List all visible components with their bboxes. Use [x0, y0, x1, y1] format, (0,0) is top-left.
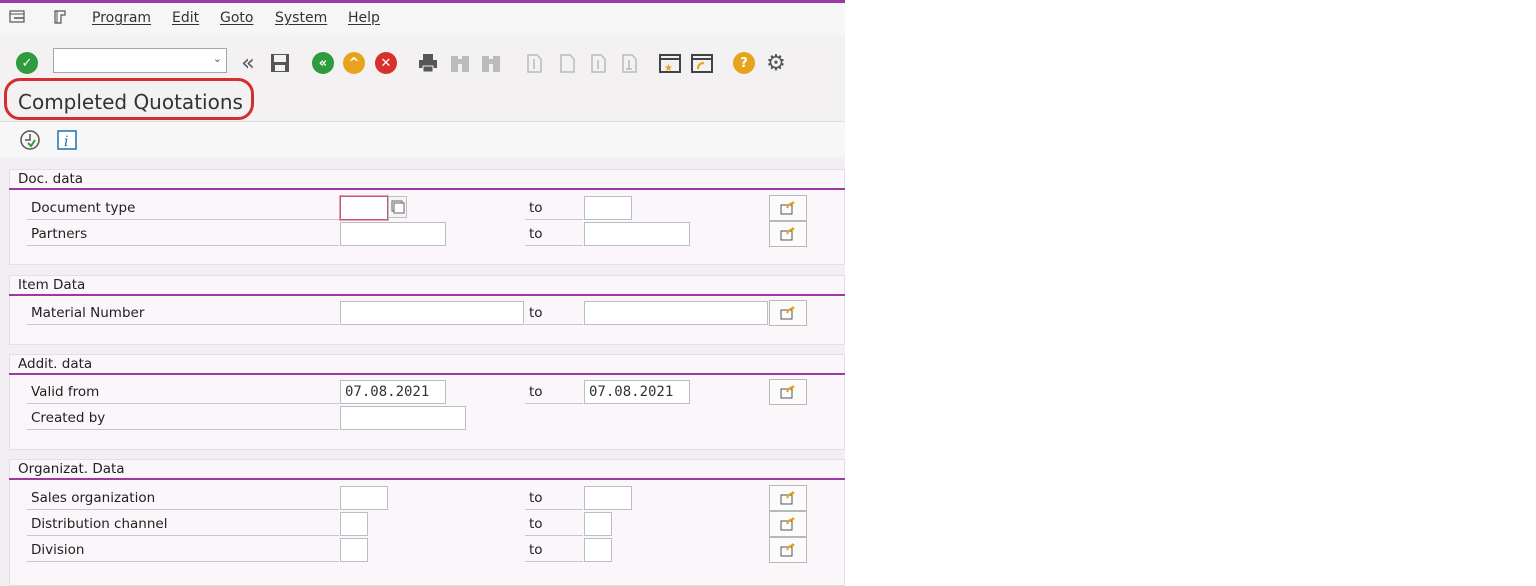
- field-label: Created by: [31, 410, 106, 426]
- document-type-to-input[interactable]: [584, 196, 632, 220]
- label-underline: [27, 535, 339, 536]
- partners-to-input[interactable]: [584, 222, 690, 246]
- menu-goto[interactable]: Goto: [220, 10, 253, 26]
- to-label: to: [529, 200, 543, 216]
- label-underline: [27, 403, 339, 404]
- label-underline: [525, 245, 583, 246]
- help-icon[interactable]: ?: [732, 51, 756, 75]
- cancel-icon[interactable]: ✕: [374, 51, 398, 75]
- highlight-oval: [4, 78, 254, 120]
- customize-icon[interactable]: ⚙: [764, 51, 788, 76]
- partners-from-input[interactable]: [340, 222, 446, 246]
- label-underline: [27, 429, 339, 430]
- field-label: Division: [31, 542, 85, 558]
- label-underline: [27, 561, 339, 562]
- material-number-to-input[interactable]: [584, 301, 768, 325]
- multiple-selection-button[interactable]: [769, 221, 807, 247]
- label-underline: [525, 509, 583, 510]
- sales-org-to-input[interactable]: [584, 486, 632, 510]
- multiple-selection-button[interactable]: [769, 379, 807, 405]
- created-by-input[interactable]: [340, 406, 466, 430]
- menu-system[interactable]: System: [275, 10, 327, 26]
- svg-text:+: +: [494, 55, 502, 65]
- sap-window: Program Edit Goto System Help ✓ ⌄ « « ^ …: [0, 0, 845, 586]
- value-help-button[interactable]: [388, 196, 407, 218]
- save-icon[interactable]: [268, 51, 292, 75]
- shortcut-icon[interactable]: [690, 51, 714, 75]
- to-label: to: [529, 516, 543, 532]
- field-label: Distribution channel: [31, 516, 168, 532]
- multiple-selection-button[interactable]: [769, 537, 807, 563]
- exit-icon[interactable]: ^: [342, 51, 366, 75]
- label-underline: [525, 561, 583, 562]
- division-to-input[interactable]: [584, 538, 612, 562]
- field-label: Partners: [31, 226, 88, 242]
- create-session-icon[interactable]: ★: [658, 51, 682, 75]
- group-heading: Doc. data: [18, 171, 84, 187]
- valid-to-input[interactable]: 07.08.2021: [584, 380, 690, 404]
- group-heading: Organizat. Data: [18, 461, 125, 477]
- application-toolbar: [0, 121, 845, 158]
- first-page-icon[interactable]: [522, 51, 546, 75]
- group-divider: [9, 478, 845, 480]
- to-label: to: [529, 542, 543, 558]
- material-number-from-input[interactable]: [340, 301, 524, 325]
- label-underline: [27, 509, 339, 510]
- svg-text:i: i: [64, 134, 68, 150]
- to-label: to: [529, 226, 543, 242]
- back-icon[interactable]: «: [311, 51, 335, 75]
- distribution-channel-from-input[interactable]: [340, 512, 368, 536]
- distribution-channel-to-input[interactable]: [584, 512, 612, 536]
- field-label: Document type: [31, 200, 136, 216]
- menu-exit-icon[interactable]: [9, 9, 27, 25]
- label-underline: [27, 219, 339, 220]
- label-underline: [525, 219, 583, 220]
- last-page-icon[interactable]: [617, 51, 641, 75]
- execute-icon[interactable]: [18, 128, 42, 152]
- label-underline: [525, 535, 583, 536]
- multiple-selection-button[interactable]: [769, 511, 807, 537]
- label-underline: [27, 324, 339, 325]
- menu-help[interactable]: Help: [348, 10, 380, 26]
- group-divider: [9, 373, 845, 375]
- field-label: Sales organization: [31, 490, 156, 506]
- next-page-icon[interactable]: [586, 51, 610, 75]
- menu-tcode-icon[interactable]: [53, 9, 71, 25]
- chevron-down-icon[interactable]: ⌄: [213, 52, 222, 65]
- group-heading: Addit. data: [18, 356, 93, 372]
- enter-icon[interactable]: ✓: [15, 51, 39, 75]
- menu-program[interactable]: Program: [92, 10, 151, 26]
- find-next-icon[interactable]: +: [479, 51, 503, 75]
- group-doc-data: [9, 169, 845, 265]
- svg-text:★: ★: [664, 63, 673, 74]
- valid-from-input[interactable]: 07.08.2021: [340, 380, 446, 404]
- group-heading: Item Data: [18, 277, 86, 293]
- label-underline: [27, 245, 339, 246]
- sales-org-from-input[interactable]: [340, 486, 388, 510]
- previous-page-icon[interactable]: [555, 51, 579, 75]
- multiple-selection-button[interactable]: [769, 300, 807, 326]
- field-label: Material Number: [31, 305, 145, 321]
- multiple-selection-button[interactable]: [769, 195, 807, 221]
- print-icon[interactable]: [416, 51, 440, 75]
- multiple-selection-button[interactable]: [769, 485, 807, 511]
- to-label: to: [529, 384, 543, 400]
- menu-edit[interactable]: Edit: [172, 10, 199, 26]
- document-type-from-input[interactable]: [340, 196, 388, 220]
- group-divider: [9, 188, 845, 190]
- info-icon[interactable]: i: [55, 128, 79, 152]
- find-icon[interactable]: [448, 51, 472, 75]
- field-label: Valid from: [31, 384, 100, 400]
- to-label: to: [529, 305, 543, 321]
- back-double-icon[interactable]: «: [236, 51, 260, 76]
- to-label: to: [529, 490, 543, 506]
- command-field[interactable]: ⌄: [53, 48, 227, 73]
- label-underline: [525, 403, 583, 404]
- menu-bar: Program Edit Goto System Help: [0, 3, 845, 35]
- division-from-input[interactable]: [340, 538, 368, 562]
- group-divider: [9, 294, 845, 296]
- label-underline: [525, 324, 583, 325]
